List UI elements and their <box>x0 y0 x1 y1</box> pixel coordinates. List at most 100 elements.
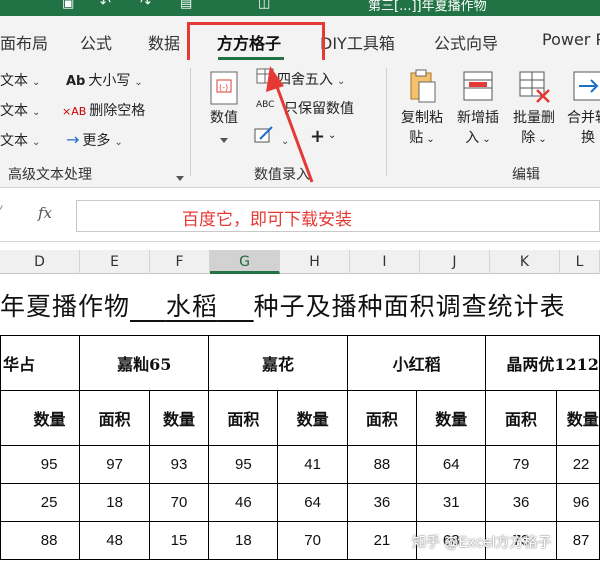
variety-cell[interactable]: 嘉花 <box>208 335 348 391</box>
batch-delete-button[interactable]: 批量删除 ⌄ <box>506 68 562 150</box>
undo-icon[interactable]: ↶ <box>100 0 111 11</box>
annotation-text: 百度它，即可下载安装 <box>182 210 352 230</box>
sub-header-cell[interactable]: 面积 <box>208 390 279 446</box>
column-header-f[interactable]: F <box>150 250 210 274</box>
merge-icon <box>571 68 600 104</box>
tab-formula-wizard[interactable]: 公式向导 <box>434 30 498 54</box>
edit-icon <box>254 126 274 148</box>
copy-paste-button[interactable]: 复制粘贴 ⌄ <box>394 68 450 150</box>
column-header-i[interactable]: I <box>350 250 420 274</box>
save-icon[interactable]: ▣ <box>62 0 74 11</box>
variety-cell[interactable]: 华占 <box>0 335 81 391</box>
redo-icon[interactable]: ↷ <box>140 0 151 11</box>
data-cell[interactable]: 64 <box>416 445 487 484</box>
column-header-k[interactable]: K <box>490 250 560 274</box>
data-cell[interactable]: 36 <box>346 483 418 522</box>
chevron-down-icon: ⌄ <box>535 134 547 145</box>
plus-icon[interactable]: + <box>310 126 325 147</box>
text-tool-2[interactable]: 文本 ⌄ <box>0 100 40 120</box>
column-header-g[interactable]: G <box>210 250 280 274</box>
merge-convert-button[interactable]: 合并转换 <box>560 68 600 148</box>
chevron-down-icon: ⌄ <box>32 77 41 88</box>
keep-values-button[interactable]: 只保留数值 <box>284 98 354 118</box>
data-cell[interactable]: 31 <box>416 483 487 522</box>
tab-page-layout[interactable]: 面布局 <box>0 30 48 54</box>
data-cell[interactable]: 70 <box>277 521 348 560</box>
text-tool-1[interactable]: 文本 ⌄ <box>0 70 40 90</box>
chevron-down-icon[interactable]: ⌄ <box>328 130 336 141</box>
delete-grid-icon <box>517 68 551 104</box>
data-cell[interactable]: 88 <box>346 445 418 484</box>
data-cell[interactable]: 93 <box>148 445 210 484</box>
chevron-down-icon: ⌄ <box>134 77 143 88</box>
data-cell[interactable]: 46 <box>208 483 279 522</box>
chevron-down-icon: ⌄ <box>32 137 41 148</box>
column-header-l[interactable]: L <box>560 250 600 274</box>
data-cell[interactable]: 41 <box>277 445 348 484</box>
round-button[interactable]: 四舍五入 ⌄ <box>256 68 345 89</box>
data-cell[interactable]: 70 <box>148 483 210 522</box>
format-button[interactable]: ⌄ <box>254 126 289 148</box>
chevron-down-icon: ⌄ <box>337 76 346 87</box>
text-tool-3[interactable]: 文本 ⌄ <box>0 130 40 150</box>
data-cell[interactable]: 95 <box>208 445 279 484</box>
data-cell[interactable]: 96 <box>555 483 600 522</box>
data-cell[interactable]: 64 <box>277 483 348 522</box>
watermark-text: 知乎 @Excel方方格子 <box>412 535 552 551</box>
variety-cell[interactable]: 小红稻 <box>346 335 487 391</box>
group-separator <box>190 68 191 176</box>
numeric-dropdown-icon[interactable] <box>220 138 228 143</box>
data-cell[interactable]: 79 <box>485 445 557 484</box>
data-cell[interactable]: 18 <box>79 483 150 522</box>
sub-header-cell[interactable]: 面积 <box>485 390 557 446</box>
data-cell[interactable]: 48 <box>79 521 150 560</box>
sub-header-cell[interactable]: 面积 <box>79 390 150 446</box>
svg-text:(-): (-) <box>219 83 228 92</box>
tab-formulas[interactable]: 公式 <box>80 30 112 54</box>
table-row: 25 18 70 46 64 36 31 36 96 <box>0 483 600 522</box>
column-header-j[interactable]: J <box>420 250 490 274</box>
tab-power-pivot[interactable]: Power P <box>542 30 600 49</box>
tab-diy-toolbox[interactable]: DIY工具箱 <box>320 30 395 54</box>
dropdown-arrow-icon[interactable] <box>176 176 184 181</box>
data-cell[interactable]: 36 <box>485 483 557 522</box>
insert-button[interactable]: 新增插入 ⌄ <box>450 68 506 150</box>
variety-cell[interactable]: 嘉籼65 <box>79 335 210 391</box>
data-cell[interactable]: 97 <box>79 445 150 484</box>
customize-icon[interactable]: ◫ <box>258 0 270 11</box>
fx-icon[interactable]: fx <box>38 204 52 222</box>
data-cell[interactable]: 15 <box>148 521 210 560</box>
sheet-title: 年夏播作物 水稻 种子及播种面积调查统计表 <box>0 287 566 323</box>
case-button[interactable]: Ab 大小写 ⌄ <box>66 70 143 90</box>
delete-spaces-button[interactable]: ×AB 删除空格 <box>62 100 145 120</box>
numeric-button[interactable]: (-) 数值 <box>204 68 244 128</box>
data-cell[interactable]: 88 <box>0 521 81 560</box>
group-label-numeric: 数值录入 <box>254 167 310 183</box>
column-headers: D E F G H I J K L <box>0 250 600 274</box>
column-header-d[interactable]: D <box>0 250 80 274</box>
column-header-h[interactable]: H <box>280 250 350 274</box>
sub-header-cell[interactable]: 数量 <box>148 390 210 446</box>
numeric-icon: (-) <box>207 68 241 105</box>
data-cell[interactable]: 25 <box>0 483 81 522</box>
sub-header-cell[interactable]: 数量 <box>277 390 348 446</box>
data-cell[interactable]: 18 <box>208 521 279 560</box>
chevron-down-icon: ⌄ <box>479 134 491 145</box>
chevron-down-icon: ⌄ <box>281 136 290 147</box>
data-cell[interactable]: 22 <box>555 445 600 484</box>
tab-data[interactable]: 数据 <box>148 30 180 54</box>
more-button[interactable]: → 更多 ⌄ <box>66 130 123 150</box>
worksheet[interactable]: 年夏播作物 水稻 种子及播种面积调查统计表 华占 嘉籼65 嘉花 小红稻 晶两优… <box>0 275 600 566</box>
data-cell[interactable]: 87 <box>555 521 600 560</box>
chevron-down-icon: ⌄ <box>32 107 41 118</box>
chevron-down-icon: ⌄ <box>114 137 123 148</box>
column-header-e[interactable]: E <box>80 250 150 274</box>
data-cell[interactable]: 95 <box>0 445 81 484</box>
variety-cell[interactable]: 晶两优1212 <box>485 335 600 391</box>
sub-header-cell[interactable]: 数量 <box>416 390 487 446</box>
sub-header-cell[interactable]: 面积 <box>346 390 418 446</box>
data-cell[interactable]: 21 <box>346 521 418 560</box>
sub-header-cell[interactable]: 数量 <box>555 390 600 446</box>
quick-access-icon[interactable]: ▤ <box>180 0 192 11</box>
sub-header-cell[interactable]: 数量 <box>0 390 81 446</box>
